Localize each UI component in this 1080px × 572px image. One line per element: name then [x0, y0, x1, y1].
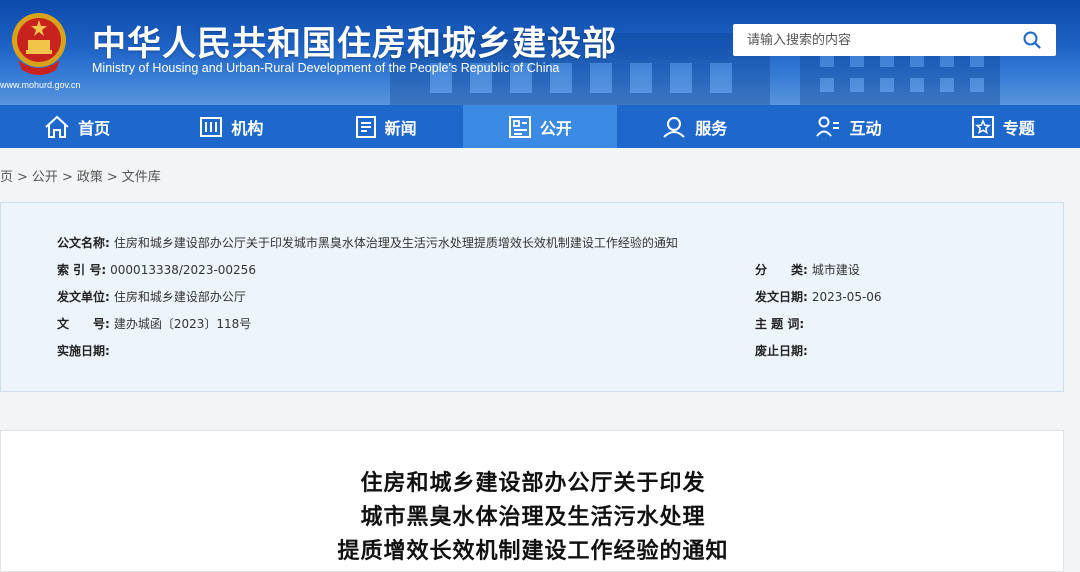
- doc-repeal-row: 废止日期:: [755, 342, 812, 359]
- doc-category-label: 分 类:: [755, 263, 808, 277]
- doc-issuer-label: 发文单位:: [57, 290, 110, 304]
- site-subtitle: Ministry of Housing and Urban-Rural Deve…: [92, 61, 560, 75]
- doc-issuer-value: 住房和城乡建设部办公厅: [113, 290, 246, 304]
- doc-index-value: 000013338/2023-00256: [110, 263, 256, 277]
- nav-item-home[interactable]: 首页: [0, 105, 154, 148]
- doc-name-value: 住房和城乡建设部办公厅关于印发城市黑臭水体治理及生活污水处理提质增效长效机制建设…: [113, 236, 678, 250]
- breadcrumb-home[interactable]: 页: [0, 170, 13, 185]
- doc-index-label: 索 引 号:: [57, 263, 107, 277]
- doc-name-row: 公文名称: 住房和城乡建设部办公厅关于印发城市黑臭水体治理及生活污水处理提质增效长…: [57, 234, 678, 251]
- breadcrumb-policy[interactable]: 政策: [77, 170, 103, 185]
- nav-label-news: 新闻: [384, 118, 417, 138]
- site-url: www.mohurd.gov.cn: [0, 80, 81, 90]
- interact-icon: [816, 116, 840, 137]
- nav-item-topic[interactable]: 专题: [926, 105, 1080, 148]
- site-title[interactable]: 中华人民共和国住房和城乡建设部: [92, 16, 617, 65]
- doc-subject-label: 主 题 词:: [755, 317, 805, 331]
- building-icon: [200, 116, 223, 137]
- doc-category-row: 分 类: 城市建设: [755, 261, 860, 278]
- doc-subject-row: 主 题 词:: [755, 315, 808, 332]
- service-icon: [663, 116, 685, 138]
- nav-label-home: 首页: [78, 118, 111, 138]
- doc-date-value: 2023-05-06: [811, 290, 882, 304]
- nav-label-open: 公开: [539, 118, 572, 138]
- nav-label-service: 服务: [695, 118, 728, 138]
- home-icon: [45, 115, 69, 138]
- doc-date-label: 发文日期:: [755, 290, 808, 304]
- search-input[interactable]: [733, 24, 1013, 56]
- nav-label-interact: 互动: [849, 118, 882, 138]
- doc-effective-row: 实施日期:: [57, 342, 114, 359]
- doc-index-row: 索 引 号: 000013338/2023-00256: [57, 261, 256, 278]
- search-icon: [1023, 31, 1041, 49]
- search-button[interactable]: [1008, 24, 1056, 56]
- news-icon: [355, 115, 376, 138]
- topic-icon: [971, 115, 994, 138]
- nav-label-institution: 机构: [231, 118, 264, 138]
- doc-repeal-label: 废止日期:: [755, 344, 808, 358]
- document-info-box: 公文名称: 住房和城乡建设部办公厅关于印发城市黑臭水体治理及生活污水处理提质增效长…: [0, 202, 1064, 392]
- article-body: 住房和城乡建设部办公厅关于印发 城市黑臭水体治理及生活污水处理 提质增效长效机制…: [0, 430, 1064, 572]
- national-emblem-logo: [12, 13, 66, 75]
- main-nav: 首页 机构 新闻 公开 服务 互动 专题: [0, 105, 1080, 148]
- doc-number-row: 文 号: 建办城函〔2023〕118号: [57, 315, 251, 332]
- nav-item-news[interactable]: 新闻: [309, 105, 463, 148]
- nav-item-institution[interactable]: 机构: [154, 105, 308, 148]
- nav-item-open[interactable]: 公开: [462, 105, 618, 148]
- nav-label-topic: 专题: [1002, 118, 1035, 138]
- site-header: www.mohurd.gov.cn 中华人民共和国住房和城乡建设部 Minist…: [0, 0, 1080, 105]
- article-title-line-2: 城市黑臭水体治理及生活污水处理: [360, 505, 706, 530]
- doc-effective-label: 实施日期:: [57, 344, 110, 358]
- doc-number-value: 建办城函〔2023〕118号: [113, 317, 252, 331]
- nav-item-interact[interactable]: 互动: [771, 105, 925, 148]
- search-box: [733, 24, 1056, 56]
- open-icon: [508, 115, 531, 138]
- doc-date-row: 发文日期: 2023-05-06: [755, 288, 882, 305]
- breadcrumb-open[interactable]: 公开: [32, 170, 58, 185]
- article-title-line-3: 提质增效长效机制建设工作经验的通知: [337, 539, 729, 564]
- breadcrumb-file-library[interactable]: 文件库: [122, 170, 161, 185]
- doc-issuer-row: 发文单位: 住房和城乡建设部办公厅: [57, 288, 246, 305]
- article-title-line-1: 住房和城乡建设部办公厅关于印发: [360, 471, 706, 496]
- doc-number-label: 文 号:: [57, 317, 110, 331]
- doc-category-value: 城市建设: [811, 263, 860, 277]
- breadcrumb: 页 > 公开 > 政策 > 文件库: [0, 170, 161, 185]
- doc-name-label: 公文名称:: [57, 236, 110, 250]
- nav-item-service[interactable]: 服务: [617, 105, 771, 148]
